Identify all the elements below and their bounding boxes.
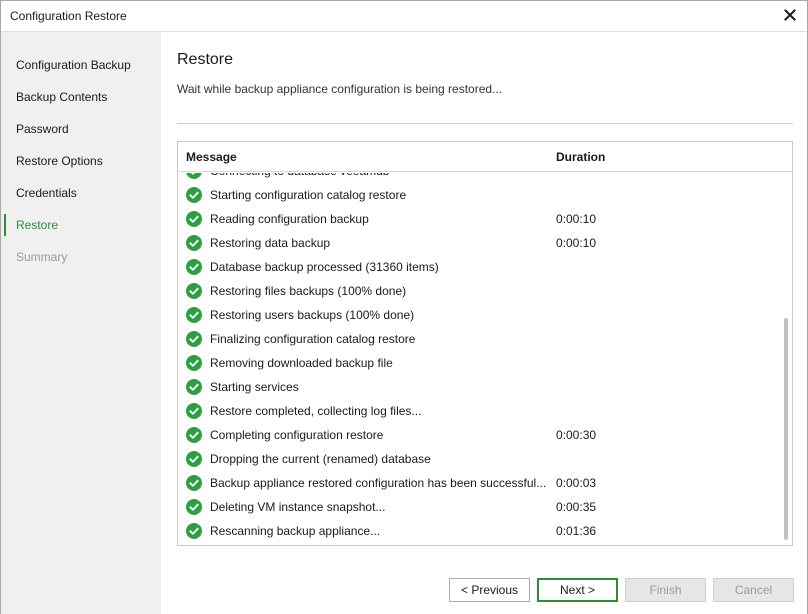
row-duration: 0:01:36 <box>556 524 597 538</box>
sidebar-item-password[interactable]: Password <box>1 117 161 141</box>
sidebar-item-restore[interactable]: Restore <box>1 213 161 237</box>
main-content: Restore Wait while backup appliance conf… <box>161 32 807 614</box>
table-row[interactable]: Starting services <box>178 375 778 399</box>
table-body: Connecting to database veeamdb Starting c… <box>178 173 778 545</box>
row-duration: 0:00:10 <box>556 212 597 226</box>
row-message: Starting services <box>210 380 299 394</box>
row-message: Database backup processed (31360 items) <box>210 260 439 274</box>
row-message: Reading configuration backup <box>210 212 369 226</box>
table-row[interactable]: Backup appliance restored configuration … <box>178 471 778 495</box>
row-message: Restoring users backups (100% done) <box>210 308 415 322</box>
success-check-icon <box>186 379 202 395</box>
row-message: Restoring files backups (100% done) <box>210 284 407 298</box>
success-check-icon <box>186 475 202 491</box>
table-row[interactable]: Restoring files backups (100% done) <box>178 279 778 303</box>
table-row[interactable]: Rescanning backup appliance... 0:01:36 <box>178 519 778 543</box>
table-row[interactable]: Removing downloaded backup file <box>178 351 778 375</box>
table-row[interactable]: Restoring users backups (100% done) <box>178 303 778 327</box>
table-row[interactable]: Restoring data backup 0:00:10 <box>178 231 778 255</box>
success-check-icon <box>186 451 202 467</box>
table-row[interactable]: Connecting to database veeamdb <box>178 173 778 183</box>
column-header-duration[interactable]: Duration <box>556 150 605 164</box>
table-row[interactable]: Deleting VM instance snapshot... 0:00:35 <box>178 495 778 519</box>
table-row[interactable]: Dropping the current (renamed) database <box>178 447 778 471</box>
row-message: Deleting VM instance snapshot... <box>210 500 386 514</box>
sidebar-item-label: Password <box>16 122 69 136</box>
row-message: Connecting to database veeamdb <box>210 173 389 178</box>
row-duration: 0:00:30 <box>556 428 597 442</box>
next-button[interactable]: Next > <box>537 578 618 602</box>
sidebar-item-configuration-backup[interactable]: Configuration Backup <box>1 53 161 77</box>
success-check-icon <box>186 523 202 539</box>
previous-button[interactable]: < Previous <box>449 578 530 602</box>
success-check-icon <box>186 235 202 251</box>
row-message: Starting configuration catalog restore <box>210 188 407 202</box>
success-check-icon <box>186 427 202 443</box>
success-check-icon <box>186 283 202 299</box>
table-row[interactable]: Restore completed, collecting log files.… <box>178 399 778 423</box>
row-message: Backup appliance restored configuration … <box>210 476 547 490</box>
scrollbar-thumb[interactable] <box>784 318 788 540</box>
sidebar-item-credentials[interactable]: Credentials <box>1 181 161 205</box>
sidebar-item-restore-options[interactable]: Restore Options <box>1 149 161 173</box>
row-message: Completing configuration restore <box>210 428 384 442</box>
header-divider <box>177 123 793 124</box>
sidebar-item-label: Summary <box>16 250 68 264</box>
configuration-restore-window: Configuration Restore Configuration Back… <box>0 0 808 614</box>
window-title: Configuration Restore <box>10 9 127 23</box>
sidebar-item-backup-contents[interactable]: Backup Contents <box>1 85 161 109</box>
title-bar: Configuration Restore <box>1 1 807 32</box>
row-message: Restore completed, collecting log files.… <box>210 404 422 418</box>
sidebar-item-summary: Summary <box>1 245 161 269</box>
column-header-message[interactable]: Message <box>186 150 237 164</box>
row-message: Restoring data backup <box>210 236 331 250</box>
row-duration: 0:00:35 <box>556 500 597 514</box>
row-message: Removing downloaded backup file <box>210 356 393 370</box>
page-subtitle: Wait while backup appliance configuratio… <box>177 82 503 96</box>
row-message: Finalizing configuration catalog restore <box>210 332 416 346</box>
table-row[interactable]: Database backup processed (31360 items) <box>178 255 778 279</box>
success-check-icon <box>186 187 202 203</box>
row-message: Dropping the current (renamed) database <box>210 452 431 466</box>
success-check-icon <box>186 355 202 371</box>
page-title: Restore <box>177 51 234 68</box>
close-icon[interactable] <box>781 6 799 24</box>
table-row[interactable]: Completing configuration restore 0:00:30 <box>178 423 778 447</box>
row-message: Rescanning backup appliance... <box>210 524 381 538</box>
table-header: Message Duration <box>178 142 792 172</box>
row-duration: 0:00:03 <box>556 476 597 490</box>
row-duration: 0:00:10 <box>556 236 597 250</box>
wizard-steps-sidebar: Configuration Backup Backup Contents Pas… <box>1 32 161 614</box>
success-check-icon <box>186 173 202 179</box>
finish-button: Finish <box>625 578 706 602</box>
table-row[interactable]: Starting configuration catalog restore <box>178 183 778 207</box>
sidebar-item-label: Backup Contents <box>16 90 108 104</box>
success-check-icon <box>186 211 202 227</box>
sidebar-item-label: Credentials <box>16 186 77 200</box>
success-check-icon <box>186 331 202 347</box>
restore-log-table[interactable]: Message Duration Connecting to database … <box>177 141 793 546</box>
success-check-icon <box>186 307 202 323</box>
table-rows: Connecting to database veeamdb Starting c… <box>178 173 778 543</box>
cancel-button: Cancel <box>713 578 794 602</box>
sidebar-item-label: Restore Options <box>16 154 103 168</box>
table-row[interactable]: Reading configuration backup 0:00:10 <box>178 207 778 231</box>
vertical-scrollbar[interactable] <box>780 173 792 545</box>
success-check-icon <box>186 259 202 275</box>
success-check-icon <box>186 403 202 419</box>
sidebar-item-label: Restore <box>16 218 59 232</box>
table-row[interactable]: Finalizing configuration catalog restore <box>178 327 778 351</box>
sidebar-item-label: Configuration Backup <box>16 58 131 72</box>
success-check-icon <box>186 499 202 515</box>
